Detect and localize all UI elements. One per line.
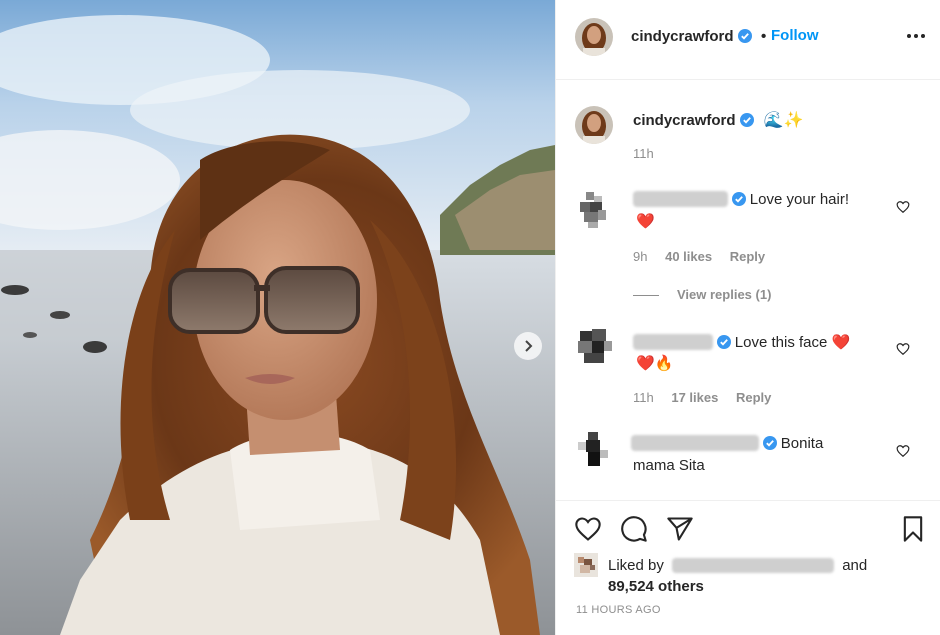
post-author[interactable]: cindycrawford — [631, 28, 752, 45]
commenter-username-redacted[interactable] — [633, 334, 713, 350]
post-side-panel: cindycrawford • Follow cindycrawford � — [555, 0, 940, 635]
view-replies-button[interactable]: View replies (1) — [633, 287, 771, 302]
reply-button[interactable]: Reply — [736, 390, 771, 405]
comment-text: Bonita — [780, 435, 824, 452]
comment-body: Bonita — [631, 435, 823, 452]
username-link[interactable]: cindycrawford — [631, 28, 734, 45]
comment-likes[interactable]: 17 likes — [671, 390, 718, 405]
verified-badge-icon — [716, 335, 731, 349]
commenter-avatar[interactable] — [574, 190, 614, 230]
comment-bubble-icon[interactable] — [620, 515, 648, 543]
comment-meta: 11h 17 likes Reply — [633, 390, 785, 405]
comment-text: Love this face ❤️ — [734, 334, 851, 351]
comment-emoji: ❤️🔥 — [636, 355, 674, 372]
liker-username-redacted[interactable] — [672, 558, 835, 573]
commenter-avatar[interactable] — [574, 327, 614, 367]
like-comment-heart-icon[interactable] — [896, 200, 910, 214]
comment-body: Love your hair! — [633, 191, 849, 208]
avatar[interactable] — [575, 18, 613, 56]
post-photo[interactable] — [0, 0, 555, 635]
share-send-icon[interactable] — [666, 515, 694, 543]
follow-button[interactable]: Follow — [771, 27, 819, 44]
comment-body: Love this face ❤️ — [633, 333, 850, 351]
commenter-avatar[interactable] — [574, 430, 614, 470]
comment-text-continued: mama Sita — [633, 457, 705, 474]
commenter-username-redacted[interactable] — [631, 435, 759, 451]
liked-and-label: and — [842, 557, 868, 574]
likes-summary: Liked by and 89,524 others — [608, 555, 867, 597]
comment-emoji: ❤️ — [636, 213, 655, 230]
profile-photo — [575, 106, 613, 144]
caption-text: 🌊✨ — [763, 112, 804, 129]
bookmark-icon[interactable] — [899, 515, 927, 543]
comment-time[interactable]: 9h — [633, 249, 647, 264]
likes-count[interactable]: 89,524 others — [608, 578, 704, 595]
profile-photo — [575, 18, 613, 56]
comment-text: Love your hair! — [749, 191, 850, 208]
like-comment-heart-icon[interactable] — [896, 342, 910, 356]
liker-avatar[interactable] — [574, 553, 598, 577]
verified-badge-icon — [737, 29, 752, 43]
view-replies-label[interactable]: View replies (1) — [677, 287, 771, 302]
comment-time[interactable]: 11h — [633, 390, 654, 405]
reply-button[interactable]: Reply — [730, 249, 765, 264]
next-photo-button[interactable] — [514, 332, 542, 360]
verified-badge-icon — [762, 436, 777, 450]
selfie-image — [0, 0, 555, 635]
comment-likes[interactable]: 40 likes — [665, 249, 712, 264]
chevron-right-icon — [525, 340, 533, 352]
caption-avatar[interactable] — [575, 106, 613, 144]
liked-by-label: Liked by — [608, 557, 664, 574]
caption-username[interactable]: cindycrawford — [633, 112, 736, 129]
verified-badge-icon — [739, 113, 754, 127]
divider-line — [633, 295, 659, 297]
comment-meta: 9h 40 likes Reply — [633, 249, 779, 264]
separator-dot: • — [761, 28, 767, 45]
more-horizontal-icon[interactable] — [906, 26, 926, 46]
verified-badge-icon — [731, 192, 746, 206]
post-timestamp[interactable]: 11 HOURS AGO — [576, 604, 661, 616]
caption: cindycrawford 🌊✨ — [633, 110, 804, 130]
like-heart-icon[interactable] — [574, 515, 602, 543]
post-header: cindycrawford • Follow — [556, 0, 940, 80]
commenter-username-redacted[interactable] — [633, 191, 728, 207]
like-comment-heart-icon[interactable] — [896, 444, 910, 458]
post-actions: Liked by and 89,524 others 11 HOURS AGO — [556, 500, 940, 635]
caption-timestamp[interactable]: 11h — [633, 146, 654, 161]
